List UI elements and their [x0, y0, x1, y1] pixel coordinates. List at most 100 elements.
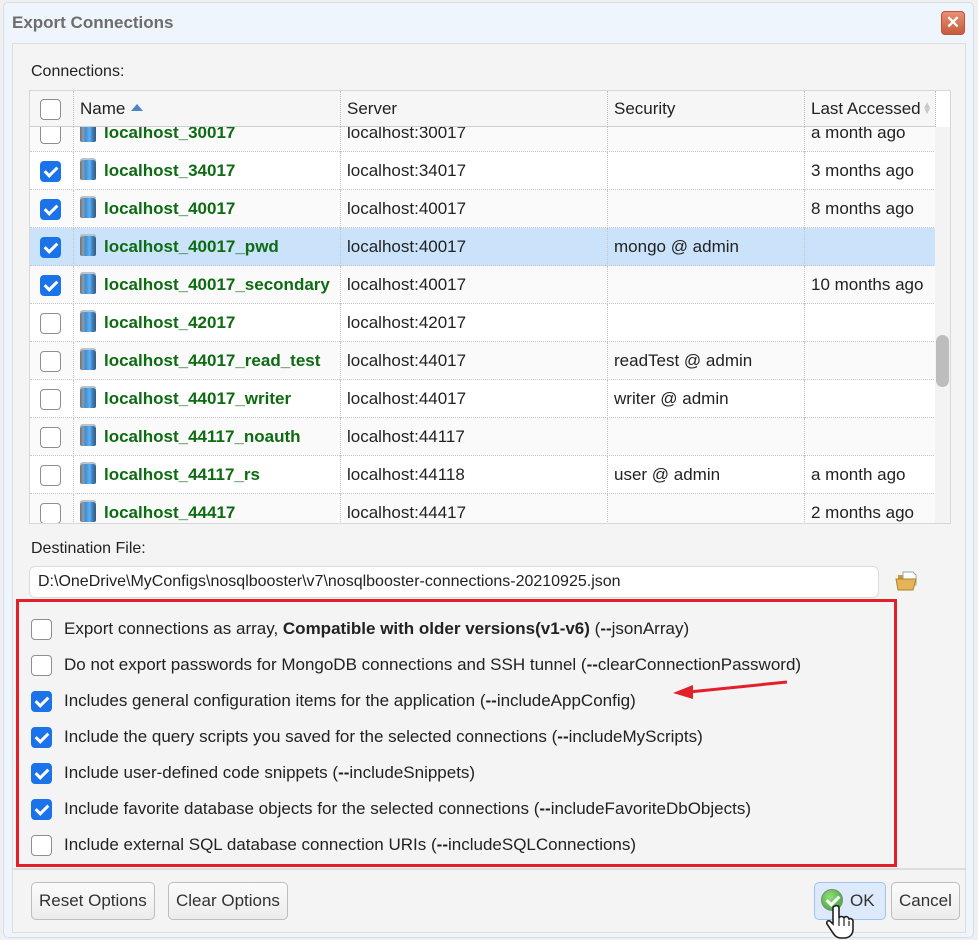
scrollbar-thumb[interactable] — [936, 335, 949, 387]
connection-name: localhost_42017 — [104, 313, 236, 332]
option-flag: includeSnippets) — [349, 763, 476, 782]
export-option[interactable]: Include external SQL database connection… — [31, 833, 636, 857]
option-flag: includeMyScripts) — [568, 727, 703, 746]
row-select-cell — [30, 380, 74, 418]
connection-row[interactable]: localhost_40017_pwd localhost:40017 mongo … — [30, 228, 936, 266]
reset-options-button[interactable]: Reset Options — [31, 882, 155, 920]
connection-row[interactable]: localhost_40017_secondary localhost:40017… — [30, 266, 936, 304]
hand-pointer-cursor — [826, 904, 854, 939]
server-icon — [80, 234, 96, 256]
column-header-security[interactable]: Security — [608, 91, 805, 127]
connection-name-cell[interactable]: localhost_40017_pwd — [74, 228, 341, 266]
export-option[interactable]: Includes general configuration items for… — [31, 689, 636, 713]
export-option[interactable]: Do not export passwords for MongoDB conn… — [31, 653, 801, 677]
option-checkbox[interactable] — [31, 834, 52, 856]
cancel-button[interactable]: Cancel — [891, 882, 960, 920]
connection-row[interactable]: localhost_44117_noauth localhost:44117 — [30, 418, 936, 456]
title-bar: Export Connections ✕ — [4, 3, 973, 43]
export-option[interactable]: Include user-defined code snippets (--in… — [31, 761, 475, 785]
column-header-server-label: Server — [347, 99, 398, 118]
connection-name-cell[interactable]: localhost_34017 — [74, 152, 341, 190]
server-icon — [80, 500, 96, 522]
sort-ascending-icon — [131, 104, 144, 111]
last-accessed-cell — [805, 380, 936, 418]
column-header-last-accessed-label: Last Accessed — [811, 99, 921, 118]
security-cell — [608, 418, 805, 456]
server-icon — [80, 272, 96, 294]
security-cell — [608, 266, 805, 304]
server-icon — [80, 348, 96, 370]
export-option[interactable]: Include the query scripts you saved for … — [31, 725, 703, 749]
security-cell: mongo @ admin — [608, 228, 805, 266]
clear-options-button[interactable]: Clear Options — [168, 882, 288, 920]
connection-name: localhost_44117_rs — [104, 465, 260, 484]
connections-label: Connections: — [31, 63, 125, 80]
security-cell — [608, 494, 805, 523]
last-accessed-cell: 3 months ago — [805, 152, 936, 190]
dialog-title: Export Connections — [12, 13, 174, 32]
connection-name: localhost_34017 — [104, 161, 236, 180]
server-cell: localhost:44117 — [341, 418, 608, 456]
close-button[interactable]: ✕ — [941, 11, 965, 35]
last-accessed-cell — [805, 418, 936, 456]
option-checkbox[interactable] — [31, 726, 52, 748]
row-checkbox[interactable] — [40, 351, 61, 373]
connection-name-cell[interactable]: localhost_44417 — [74, 494, 341, 523]
server-cell: localhost:44417 — [341, 494, 608, 523]
export-option[interactable]: Include favorite database objects for th… — [31, 797, 751, 821]
row-checkbox[interactable] — [40, 465, 61, 487]
option-label: Include user-defined code snippets (--in… — [64, 763, 476, 782]
connection-row[interactable]: localhost_44117_rs localhost:44118 user @ … — [30, 456, 936, 494]
folder-open-icon[interactable] — [895, 570, 919, 592]
connection-name-cell[interactable]: localhost_40017 — [74, 190, 341, 228]
server-icon — [80, 386, 96, 408]
column-header-name[interactable]: Name — [74, 91, 341, 127]
export-option[interactable]: Export connections as array, Compatible … — [31, 617, 689, 641]
option-checkbox[interactable] — [31, 654, 52, 676]
destination-file-input[interactable] — [29, 566, 879, 598]
security-cell: user @ admin — [608, 456, 805, 494]
server-icon — [80, 310, 96, 332]
option-checkbox[interactable] — [31, 798, 52, 820]
row-checkbox[interactable] — [40, 503, 61, 523]
connection-name-cell[interactable]: localhost_42017 — [74, 304, 341, 342]
server-cell: localhost:44017 — [341, 380, 608, 418]
connection-name-cell[interactable]: localhost_44017_read_test — [74, 342, 341, 380]
row-checkbox[interactable] — [40, 237, 61, 259]
connection-row[interactable]: localhost_44017_writer localhost:44017 wri… — [30, 380, 936, 418]
option-label: Export connections as array, Compatible … — [64, 619, 690, 638]
connection-name: localhost_40017 — [104, 199, 236, 218]
row-checkbox[interactable] — [40, 389, 61, 411]
connection-name-cell[interactable]: localhost_44117_rs — [74, 456, 341, 494]
connection-name-cell[interactable]: localhost_44117_noauth — [74, 418, 341, 456]
select-all-checkbox[interactable] — [40, 99, 61, 121]
column-header-last-accessed[interactable]: Last Accessed ▲ ▼ — [805, 91, 936, 127]
option-checkbox[interactable] — [31, 618, 52, 640]
option-checkbox[interactable] — [31, 762, 52, 784]
server-cell: localhost:42017 — [341, 304, 608, 342]
option-flag: includeSQLConnections) — [447, 835, 637, 854]
grid-rows: localhost_30017 localhost:30017 a month ag… — [30, 114, 936, 523]
connection-row[interactable]: localhost_44417 localhost:44417 2 months a… — [30, 494, 936, 523]
row-checkbox[interactable] — [40, 161, 61, 183]
last-accessed-cell — [805, 342, 936, 380]
row-select-cell — [30, 342, 74, 380]
security-cell — [608, 152, 805, 190]
row-checkbox[interactable] — [40, 199, 61, 221]
column-header-server[interactable]: Server — [341, 91, 608, 127]
connection-row[interactable]: localhost_34017 localhost:34017 3 months a… — [30, 152, 936, 190]
row-checkbox[interactable] — [40, 313, 61, 335]
row-checkbox[interactable] — [40, 427, 61, 449]
connection-row[interactable]: localhost_42017 localhost:42017 — [30, 304, 936, 342]
connection-name-cell[interactable]: localhost_40017_secondary — [74, 266, 341, 304]
option-checkbox[interactable] — [31, 690, 52, 712]
column-header-name-label: Name — [80, 99, 126, 118]
security-cell: writer @ admin — [608, 380, 805, 418]
connection-row[interactable]: localhost_40017 localhost:40017 8 months a… — [30, 190, 936, 228]
connection-name: localhost_44117_noauth — [104, 427, 301, 446]
row-checkbox[interactable] — [40, 275, 61, 297]
connection-name: localhost_44017_writer — [104, 389, 292, 408]
connection-name-cell[interactable]: localhost_44017_writer — [74, 380, 341, 418]
connection-row[interactable]: localhost_44017_read_test localhost:44017… — [30, 342, 936, 380]
vertical-scrollbar[interactable] — [935, 127, 950, 523]
